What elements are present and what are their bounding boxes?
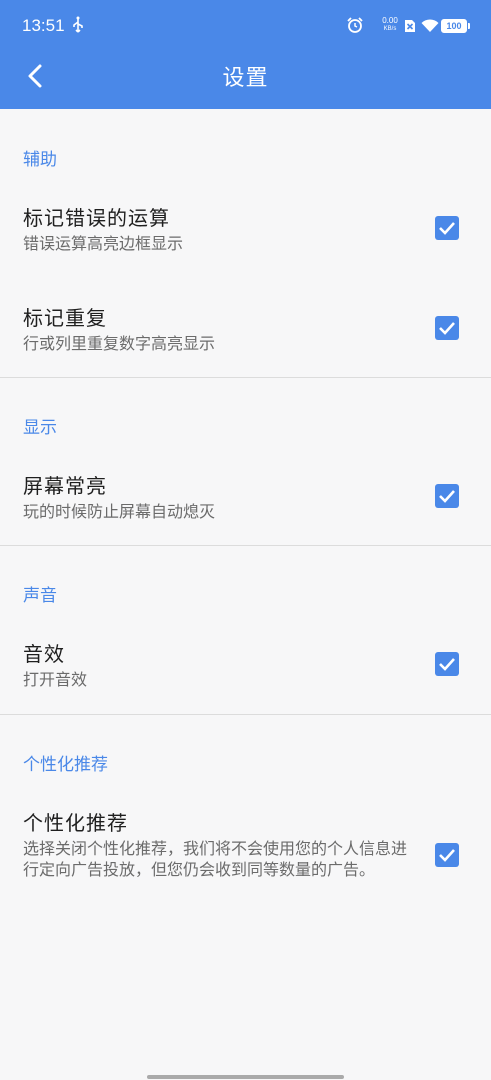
section-header-assist: 辅助 bbox=[23, 150, 57, 170]
setting-description: 选择关闭个性化推荐，我们将不会使用您的个人信息进行定向广告投放，但您仍会收到同等… bbox=[23, 839, 408, 879]
setting-description: 行或列里重复数字高亮显示 bbox=[23, 334, 216, 353]
alarm-icon bbox=[347, 17, 363, 33]
section-header-sound: 声音 bbox=[23, 586, 57, 606]
setting-mark-duplicates[interactable]: 标记重复 行或列里重复数字高亮显示 bbox=[0, 290, 491, 370]
page-title: 设置 bbox=[222, 66, 269, 91]
section-divider bbox=[0, 377, 491, 378]
mark-duplicates-checkbox[interactable] bbox=[435, 316, 459, 340]
setting-title: 标记错误的运算 bbox=[23, 206, 170, 230]
battery-indicator: 100 bbox=[441, 19, 470, 33]
home-indicator[interactable] bbox=[147, 1075, 344, 1079]
setting-title: 屏幕常亮 bbox=[23, 474, 107, 498]
setting-title: 音效 bbox=[23, 642, 65, 666]
setting-mark-errors[interactable]: 标记错误的运算 错误运算高亮边框显示 bbox=[0, 190, 491, 270]
keep-screen-on-checkbox[interactable] bbox=[435, 484, 459, 508]
checkmark-icon bbox=[439, 322, 455, 335]
section-divider bbox=[0, 714, 491, 715]
setting-description: 玩的时候防止屏幕自动熄灭 bbox=[23, 502, 216, 521]
setting-title: 个性化推荐 bbox=[23, 811, 128, 835]
section-header-display: 显示 bbox=[23, 418, 57, 438]
setting-keep-screen-on[interactable]: 屏幕常亮 玩的时候防止屏幕自动熄灭 bbox=[0, 458, 491, 538]
setting-title: 标记重复 bbox=[23, 306, 107, 330]
checkmark-icon bbox=[439, 222, 455, 235]
network-speed: 0.00 KB/s bbox=[380, 17, 400, 33]
checkmark-icon bbox=[439, 849, 455, 862]
status-bar: 13:51 0.00 KB/s 100 bbox=[0, 0, 491, 52]
setting-personalized-recommendations[interactable]: 个性化推荐 选择关闭个性化推荐，我们将不会使用您的个人信息进行定向广告投放，但您… bbox=[0, 795, 491, 915]
no-sim-icon bbox=[405, 20, 415, 32]
setting-description: 打开音效 bbox=[23, 670, 88, 689]
sound-effects-checkbox[interactable] bbox=[435, 652, 459, 676]
checkmark-icon bbox=[439, 490, 455, 503]
setting-description: 错误运算高亮边框显示 bbox=[23, 234, 184, 253]
network-speed-value: 0.00 bbox=[382, 16, 398, 25]
usb-icon bbox=[73, 16, 83, 33]
app-bar: 13:51 0.00 KB/s 100 设置 bbox=[0, 0, 491, 109]
section-header-personalization: 个性化推荐 bbox=[23, 755, 108, 775]
checkmark-icon bbox=[439, 658, 455, 671]
status-time: 13:51 bbox=[22, 16, 65, 35]
network-speed-unit: KB/s bbox=[383, 26, 397, 32]
wifi-icon bbox=[421, 19, 439, 32]
personalized-recommendations-checkbox[interactable] bbox=[435, 843, 459, 867]
section-divider bbox=[0, 545, 491, 546]
mark-errors-checkbox[interactable] bbox=[435, 216, 459, 240]
setting-sound-effects[interactable]: 音效 打开音效 bbox=[0, 626, 491, 706]
